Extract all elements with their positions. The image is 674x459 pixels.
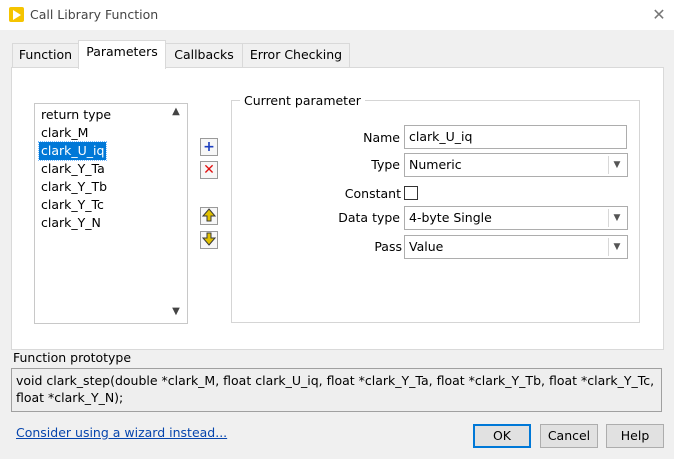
- pass-label: Pass: [374, 239, 402, 254]
- title-bar: Call Library Function ✕: [0, 0, 674, 30]
- list-item[interactable]: clark_M: [39, 124, 90, 142]
- group-title: Current parameter: [240, 93, 365, 108]
- tab-parameters[interactable]: Parameters: [78, 40, 166, 69]
- name-label: Name: [363, 130, 400, 145]
- list-item[interactable]: clark_Y_Ta: [39, 160, 107, 178]
- list-item-selected[interactable]: clark_U_iq: [37, 141, 108, 161]
- scroll-up-icon[interactable]: ▲: [168, 104, 184, 120]
- app-icon: [9, 7, 24, 22]
- type-label: Type: [371, 157, 400, 172]
- parameter-list[interactable]: return type clark_M clark_U_iq clark_Y_T…: [34, 103, 188, 324]
- pass-value: Value: [409, 239, 444, 254]
- ok-button[interactable]: OK: [473, 424, 531, 448]
- tab-error-checking[interactable]: Error Checking: [242, 43, 350, 68]
- cancel-button[interactable]: Cancel: [540, 424, 598, 448]
- tab-function[interactable]: Function: [12, 43, 79, 68]
- data-type-label: Data type: [338, 210, 400, 225]
- list-item[interactable]: return type: [39, 106, 113, 124]
- type-value: Numeric: [409, 157, 462, 172]
- help-button[interactable]: Help: [606, 424, 664, 448]
- plus-icon[interactable]: +: [200, 138, 218, 156]
- list-item[interactable]: clark_Y_N: [39, 214, 103, 232]
- chevron-down-icon[interactable]: ▼: [608, 156, 625, 174]
- name-field[interactable]: clark_U_iq: [404, 125, 627, 149]
- arrow-down-icon[interactable]: [200, 231, 218, 249]
- data-type-select[interactable]: 4-byte Single ▼: [404, 206, 628, 230]
- window-title: Call Library Function: [30, 7, 159, 22]
- chevron-down-icon[interactable]: ▼: [608, 209, 625, 227]
- wizard-link[interactable]: Consider using a wizard instead...: [16, 425, 227, 440]
- prototype-text: void clark_step(double *clark_M, float c…: [11, 368, 662, 412]
- list-item[interactable]: clark_Y_Tc: [39, 196, 106, 214]
- constant-checkbox[interactable]: [404, 186, 418, 200]
- pass-select[interactable]: Value ▼: [404, 235, 628, 259]
- chevron-down-icon[interactable]: ▼: [608, 238, 625, 256]
- x-icon[interactable]: ✕: [200, 161, 218, 179]
- data-type-value: 4-byte Single: [409, 210, 492, 225]
- close-icon[interactable]: ✕: [648, 4, 670, 26]
- tab-callbacks[interactable]: Callbacks: [165, 43, 243, 68]
- list-item[interactable]: clark_Y_Tb: [39, 178, 109, 196]
- arrow-up-icon[interactable]: [200, 207, 218, 225]
- prototype-label: Function prototype: [13, 350, 132, 365]
- constant-label: Constant: [344, 186, 401, 201]
- type-select[interactable]: Numeric ▼: [404, 153, 628, 177]
- scroll-down-icon[interactable]: ▼: [168, 304, 184, 320]
